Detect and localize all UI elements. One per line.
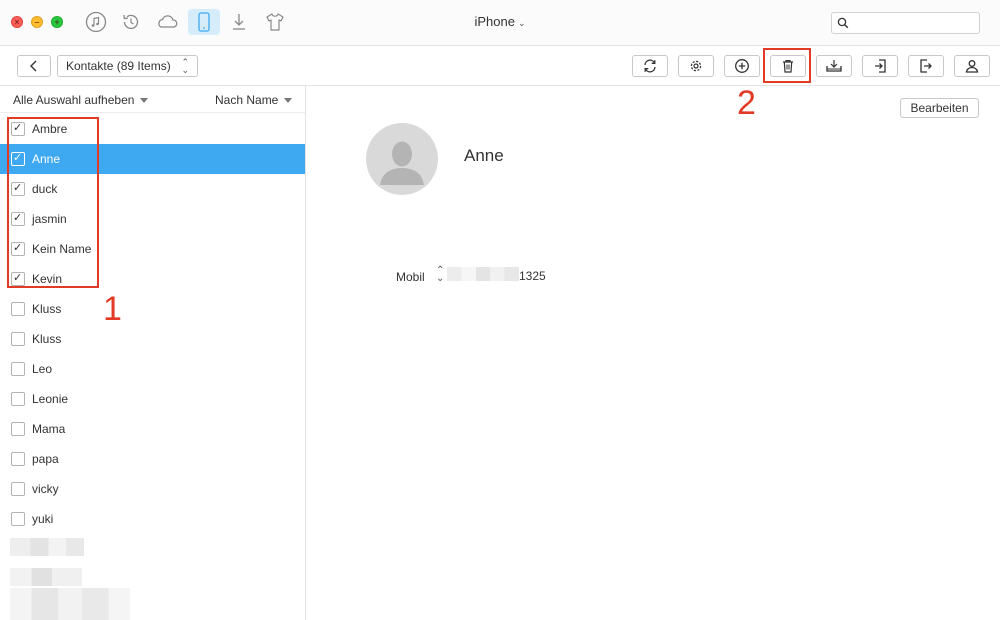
contact-name-label: Kluss: [32, 302, 62, 316]
contact-name: Anne: [464, 146, 504, 165]
caret-down-icon: [140, 98, 149, 104]
contact-checkbox[interactable]: [11, 482, 25, 496]
updown-chevron-icon: ⌃ ⌄: [436, 265, 445, 284]
download-tab[interactable]: [223, 9, 255, 35]
contact-name-label: Leo: [32, 362, 53, 376]
contact-name-label: yuki: [32, 512, 54, 526]
toolbox-tab[interactable]: [259, 9, 291, 35]
contact-name-label: Leonie: [32, 392, 69, 406]
blurred-contact-row: [10, 538, 84, 556]
settings-button[interactable]: [678, 55, 714, 77]
tshirt-icon: [266, 13, 284, 31]
contact-row[interactable]: Mama: [0, 414, 305, 444]
phone-icon: [198, 12, 210, 32]
toolbar: Kontakte (89 Items) ⌃ ⌄: [0, 46, 1000, 86]
chevron-down-icon: ⌄: [517, 18, 526, 28]
contact-row[interactable]: vicky: [0, 474, 305, 504]
phone-type-selector[interactable]: ⌃ ⌄: [436, 265, 445, 284]
category-select[interactable]: Kontakte (89 Items) ⌃ ⌄: [57, 55, 198, 77]
minimize-icon: –: [34, 17, 40, 27]
cloud-tab[interactable]: [151, 9, 183, 35]
device-tab[interactable]: [188, 9, 220, 35]
updown-chevron-icon: ⌃ ⌄: [181, 57, 189, 75]
minimize-window-button[interactable]: –: [31, 16, 43, 28]
step2-highlight: [763, 48, 811, 83]
contact-row[interactable]: Kluss: [0, 294, 305, 324]
export-to-computer-button[interactable]: [816, 55, 852, 77]
music-tab[interactable]: [80, 9, 112, 35]
phone-number-value[interactable]: 1325: [519, 269, 546, 283]
music-icon: [85, 11, 107, 33]
contact-checkbox[interactable]: [11, 302, 25, 316]
contact-row[interactable]: yuki: [0, 504, 305, 534]
gear-icon: [690, 60, 702, 72]
back-button[interactable]: [17, 55, 51, 77]
contact-checkbox[interactable]: [11, 512, 25, 526]
refresh-button[interactable]: [632, 55, 668, 77]
export-to-computer-icon: [826, 60, 842, 72]
contact-name-label: Mama: [32, 422, 66, 436]
chevron-left-icon: [30, 60, 37, 72]
cloud-icon: [158, 15, 178, 28]
contact-checkbox[interactable]: [11, 392, 25, 406]
import-icon: [875, 59, 886, 73]
download-icon: [233, 14, 245, 30]
contact-row[interactable]: Kluss: [0, 324, 305, 354]
contact-name-label: vicky: [32, 482, 59, 496]
list-header: Alle Auswahl aufheben Nach Name: [0, 86, 305, 113]
edit-button[interactable]: Bearbeiten: [900, 98, 979, 118]
history-icon: [123, 14, 139, 30]
step1-number: 1: [103, 290, 122, 328]
contact-checkbox[interactable]: [11, 422, 25, 436]
contact-checkbox[interactable]: [11, 452, 25, 466]
contact-checkbox[interactable]: [11, 362, 25, 376]
contact-icon: [965, 60, 979, 73]
contact-row[interactable]: Leonie: [0, 384, 305, 414]
sort-label: Nach Name: [215, 93, 279, 107]
contact-checkbox[interactable]: [11, 332, 25, 346]
add-button[interactable]: [724, 55, 760, 77]
step1-highlight: [7, 117, 99, 288]
contact-button[interactable]: [954, 55, 990, 77]
contact-row[interactable]: papa: [0, 444, 305, 474]
phone-number-mask: [447, 267, 519, 281]
contact-name-label: papa: [32, 452, 59, 466]
category-select-label: Kontakte (89 Items): [66, 59, 171, 73]
device-title-label: iPhone: [474, 14, 515, 29]
title-bar: × – + iPhone ⌄: [0, 0, 1000, 46]
deselect-all-label: Alle Auswahl aufheben: [13, 93, 135, 107]
export-icon: [920, 59, 932, 73]
contact-name-label: Kluss: [32, 332, 62, 346]
search-icon: [837, 17, 849, 29]
maximize-window-button[interactable]: +: [51, 16, 63, 28]
blurred-contact-row: [10, 568, 82, 586]
export-button[interactable]: [908, 55, 944, 77]
avatar: [366, 123, 438, 195]
device-selector[interactable]: iPhone ⌄: [440, 14, 560, 29]
import-button[interactable]: [862, 55, 898, 77]
refresh-icon: [644, 59, 656, 73]
close-window-button[interactable]: ×: [11, 16, 23, 28]
maximize-icon: +: [54, 17, 60, 27]
step2-number: 2: [737, 84, 756, 122]
history-tab[interactable]: [115, 9, 147, 35]
search-input[interactable]: [854, 15, 976, 31]
contact-row[interactable]: Leo: [0, 354, 305, 384]
search-box[interactable]: [831, 12, 980, 34]
caret-down-icon: [284, 98, 293, 104]
close-icon: ×: [14, 17, 20, 27]
blurred-contact-row: [10, 588, 130, 620]
person-silhouette-icon: [380, 141, 424, 185]
contact-detail: Bearbeiten Anne Mobil ⌃ ⌄ 1325: [307, 86, 1000, 620]
deselect-all-dropdown[interactable]: Alle Auswahl aufheben: [13, 93, 149, 107]
add-icon: [735, 59, 749, 73]
sort-dropdown[interactable]: Nach Name: [215, 93, 293, 107]
phone-type-label: Mobil: [396, 270, 425, 284]
